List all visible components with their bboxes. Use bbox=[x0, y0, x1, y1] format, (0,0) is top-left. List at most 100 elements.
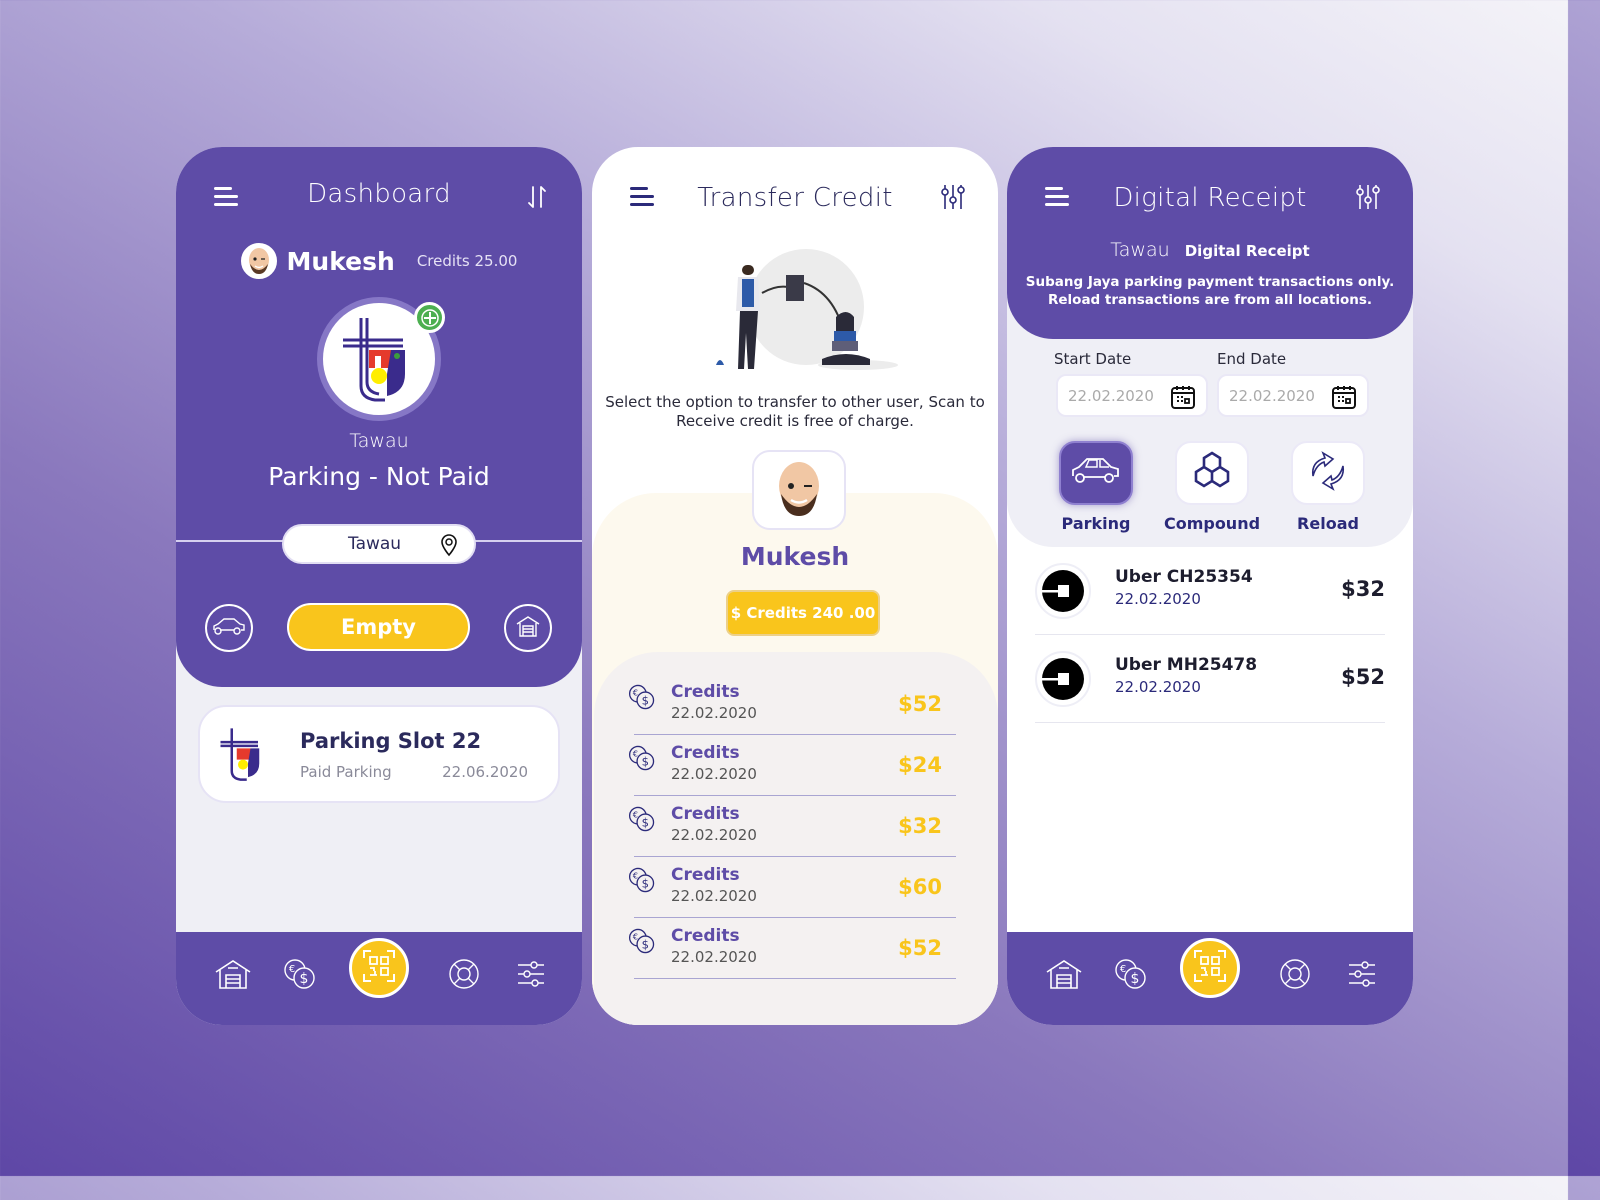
garage-home-icon bbox=[214, 958, 252, 994]
svg-text:$: $ bbox=[642, 815, 649, 829]
transfer-header: Transfer Credit bbox=[592, 147, 998, 247]
item-amount: $32 bbox=[898, 814, 942, 838]
receipt-subtitle: Tawau Digital Receipt bbox=[1007, 239, 1413, 261]
svg-text:€: € bbox=[1120, 964, 1126, 975]
transaction-row[interactable]: Uber CH25354 22.02.2020 $32 bbox=[1035, 547, 1385, 635]
transaction-row[interactable]: Uber MH25478 22.02.2020 $52 bbox=[1035, 635, 1385, 723]
currency-exchange-icon: $ € bbox=[1114, 958, 1148, 994]
sliders-icon bbox=[1347, 960, 1377, 992]
map-pin-icon bbox=[440, 533, 458, 561]
location-selector[interactable]: Tawau bbox=[282, 524, 476, 564]
svg-text:€: € bbox=[633, 931, 638, 941]
item-date: 22.02.2020 bbox=[671, 826, 757, 844]
avatar[interactable] bbox=[752, 450, 846, 530]
transaction-date: 22.02.2020 bbox=[1115, 590, 1201, 608]
list-item[interactable]: $ € Credits 22.02.2020 $32 bbox=[628, 796, 956, 857]
location-label: Tawau bbox=[348, 534, 402, 554]
nav-scan[interactable] bbox=[349, 938, 409, 998]
sliders-icon bbox=[516, 960, 546, 992]
currency-exchange-icon: $ € bbox=[283, 958, 317, 994]
calendar-icon[interactable] bbox=[1331, 384, 1357, 414]
dashboard-header: Dashboard Mukesh Credits 25.00 Tawau Par… bbox=[176, 147, 582, 687]
subtitle-label: Digital Receipt bbox=[1184, 242, 1310, 260]
slot-date: 22.06.2020 bbox=[442, 763, 528, 781]
nav-scan[interactable] bbox=[1180, 938, 1240, 998]
svg-text:$: $ bbox=[300, 971, 309, 987]
user-name: Mukesh bbox=[286, 246, 395, 276]
svg-text:$: $ bbox=[642, 693, 649, 707]
item-amount: $60 bbox=[898, 875, 942, 899]
end-date-value: 22.02.2020 bbox=[1229, 387, 1315, 405]
digital-receipt-screen: Digital Receipt Tawau Digital Receipt Su… bbox=[1007, 147, 1413, 1025]
item-label: Credits bbox=[671, 743, 740, 763]
sliders-icon[interactable] bbox=[1355, 183, 1381, 211]
nav-home[interactable] bbox=[213, 956, 253, 996]
item-amount: $24 bbox=[898, 753, 942, 777]
item-date: 22.02.2020 bbox=[671, 765, 757, 783]
start-date-label: Start Date bbox=[1054, 350, 1132, 368]
garage-button[interactable] bbox=[504, 604, 552, 652]
credit-history-list: $ € Credits 22.02.2020 $52 $ € Credits 22.… bbox=[628, 674, 956, 979]
svg-text:$: $ bbox=[642, 937, 649, 951]
list-item[interactable]: $ € Credits 22.02.2020 $52 bbox=[628, 674, 956, 735]
currency-exchange-icon: $ € bbox=[628, 927, 656, 959]
page-title: Dashboard bbox=[307, 179, 451, 209]
transaction-amount: $52 bbox=[1341, 665, 1385, 689]
category-parking-label[interactable]: Parking bbox=[1041, 514, 1151, 533]
svg-text:$: $ bbox=[642, 876, 649, 890]
lifebuoy-icon bbox=[448, 958, 480, 994]
list-item[interactable]: $ € Credits 22.02.2020 $24 bbox=[628, 735, 956, 796]
note-line: Subang Jaya parking payment transactions… bbox=[1025, 274, 1395, 290]
hexagon-network-icon bbox=[1190, 449, 1234, 497]
dashboard-screen: Dashboard Mukesh Credits 25.00 Tawau Par… bbox=[176, 147, 582, 1025]
nav-support[interactable] bbox=[1275, 956, 1315, 996]
nav-settings[interactable] bbox=[1342, 956, 1382, 996]
avatar[interactable] bbox=[240, 243, 277, 279]
transaction-date: 22.02.2020 bbox=[1115, 678, 1201, 696]
slot-subtitle: Paid Parking bbox=[300, 763, 392, 781]
garage-icon bbox=[515, 614, 541, 642]
list-item[interactable]: $ € Credits 22.02.2020 $60 bbox=[628, 857, 956, 918]
uber-logo bbox=[1035, 651, 1091, 707]
nav-currency[interactable]: $ € bbox=[280, 956, 320, 996]
transaction-title: Uber MH25478 bbox=[1115, 655, 1258, 675]
car-button[interactable] bbox=[205, 604, 253, 652]
receipt-note: Subang Jaya parking payment transactions… bbox=[1017, 273, 1403, 309]
reload-arrows-icon bbox=[1307, 450, 1349, 496]
nav-currency[interactable]: $ € bbox=[1111, 956, 1151, 996]
item-date: 22.02.2020 bbox=[671, 704, 757, 722]
list-item[interactable]: $ € Credits 22.02.2020 $52 bbox=[628, 918, 956, 979]
start-date-field[interactable]: 22.02.2020 bbox=[1056, 374, 1208, 417]
item-amount: $52 bbox=[898, 692, 942, 716]
lifebuoy-icon bbox=[1279, 958, 1311, 994]
user-summary: Mukesh Credits 25.00 bbox=[176, 243, 582, 279]
category-reload-button[interactable] bbox=[1291, 441, 1365, 505]
currency-exchange-icon: $ € bbox=[628, 683, 656, 715]
transaction-amount: $32 bbox=[1341, 577, 1385, 601]
page-title: Transfer Credit bbox=[697, 183, 893, 213]
category-compound-button[interactable] bbox=[1175, 441, 1249, 505]
nav-settings[interactable] bbox=[511, 956, 551, 996]
item-date: 22.02.2020 bbox=[671, 887, 757, 905]
parking-status: Parking - Not Paid bbox=[268, 462, 490, 491]
sliders-icon[interactable] bbox=[940, 183, 966, 211]
transaction-title: Uber CH25354 bbox=[1115, 567, 1253, 587]
garage-home-icon bbox=[1045, 958, 1083, 994]
parking-slot-card[interactable]: Parking Slot 22 Paid Parking 22.06.2020 bbox=[198, 705, 560, 803]
nav-support[interactable] bbox=[444, 956, 484, 996]
plus-circle-icon[interactable] bbox=[414, 302, 445, 333]
svg-text:€: € bbox=[289, 964, 295, 975]
category-compound-label[interactable]: Compound bbox=[1157, 514, 1267, 533]
end-date-field[interactable]: 22.02.2020 bbox=[1217, 374, 1369, 417]
qr-scan-icon bbox=[1193, 949, 1227, 987]
item-label: Credits bbox=[671, 926, 740, 946]
calendar-icon[interactable] bbox=[1170, 384, 1196, 414]
transfer-credit-screen: Transfer Credit Select the option to tra… bbox=[592, 147, 998, 1025]
sort-arrows-icon[interactable] bbox=[524, 183, 550, 211]
empty-button[interactable]: Empty bbox=[287, 603, 470, 651]
user-name: Mukesh bbox=[740, 542, 850, 571]
category-parking-button[interactable] bbox=[1059, 441, 1133, 505]
receipt-header: Digital Receipt Tawau Digital Receipt Su… bbox=[1007, 147, 1413, 339]
category-reload-label[interactable]: Reload bbox=[1273, 514, 1383, 533]
nav-home[interactable] bbox=[1044, 956, 1084, 996]
